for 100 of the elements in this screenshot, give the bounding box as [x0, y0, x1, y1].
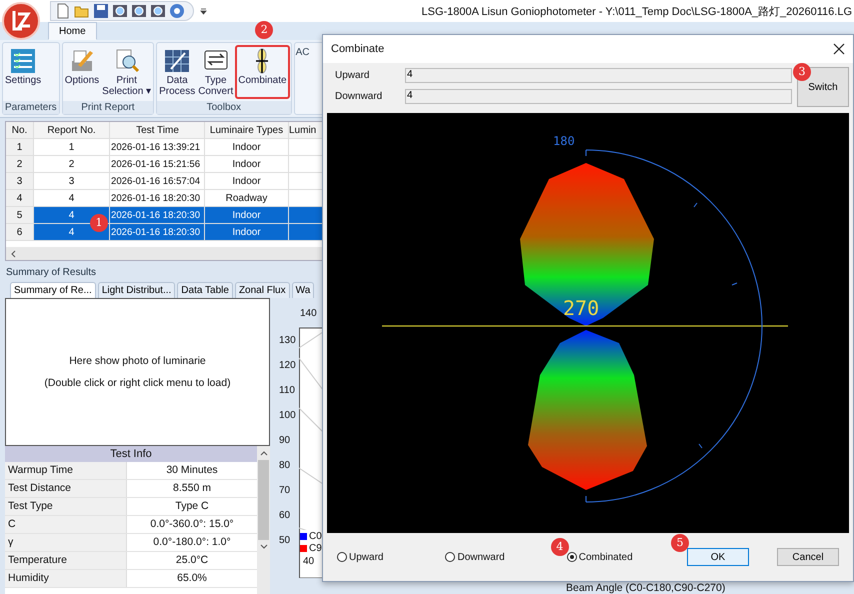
angle-label: 180 — [553, 135, 575, 148]
table-cell: Indoor — [205, 156, 289, 173]
radio-option[interactable]: Downward — [445, 552, 505, 562]
row-number: 4 — [6, 190, 34, 207]
ribbon-button[interactable]: Type Convert — [197, 45, 234, 99]
table-cell: 2 — [34, 156, 110, 173]
ribbon-button[interactable]: Print Selection ▾ — [101, 45, 152, 99]
ribbon-button[interactable]: Combinate — [235, 45, 290, 99]
table-cell: 1 — [34, 139, 110, 156]
save-icon — [93, 3, 109, 19]
input-field[interactable]: 4 — [405, 68, 792, 83]
property-label: Humidity — [5, 570, 127, 587]
scroll-thumb[interactable] — [258, 460, 269, 540]
column-header[interactable]: No. — [6, 122, 34, 139]
table-row[interactable]: 3 3 2026-01-16 16:57:04 Indoor — [6, 173, 322, 190]
cancel-button[interactable]: Cancel — [777, 548, 839, 566]
photo-placeholder[interactable]: Here show photo of luminarie (Double click or right click menu to load) — [5, 298, 270, 446]
circle-tool-icon — [131, 3, 147, 19]
property-value: 65.0% — [176, 571, 208, 586]
circle-tool-icon — [112, 3, 128, 19]
legend-label: C9 — [309, 542, 322, 554]
ribbon-tab[interactable]: Home — [48, 22, 97, 40]
property-label: C — [5, 516, 127, 533]
property-value: Type C — [174, 499, 210, 514]
table-cell: 2026-01-16 16:57:04 — [110, 173, 205, 190]
axis-label: 140 — [300, 308, 317, 319]
property-value: 25.0°C — [174, 553, 210, 568]
property-label: γ — [5, 534, 127, 551]
field-label: Downward — [334, 91, 384, 102]
table-cell: Indoor — [205, 224, 289, 241]
hint-text: (Double click or right click menu to load) — [44, 377, 231, 389]
ribbon-button[interactable]: Data Process — [158, 45, 196, 99]
column-header[interactable]: Report No. — [34, 122, 110, 139]
radio-option[interactable]: Upward — [337, 552, 384, 562]
legend-label: C0 — [309, 530, 322, 542]
tab[interactable]: Light Distribut... — [98, 282, 176, 298]
ribbon-button[interactable]: Options — [64, 45, 100, 99]
ok-button[interactable]: OK — [687, 548, 749, 566]
axis-label: 80 — [279, 459, 292, 473]
row-number: 3 — [6, 173, 34, 190]
scroll-left-icon — [10, 250, 16, 258]
document-icon — [55, 3, 71, 19]
axis-label: 40 — [303, 556, 314, 567]
hint-text: Here show photo of luminarie — [69, 355, 206, 367]
checklist-icon — [9, 47, 38, 75]
scroll-up-icon — [260, 450, 268, 456]
close-button[interactable] — [831, 41, 847, 57]
row-number: 1 — [6, 139, 34, 156]
row-number: 6 — [6, 224, 34, 241]
scroll-down-icon — [260, 544, 268, 550]
table-cell: 3 — [34, 173, 110, 190]
number-badge: 3 — [793, 63, 811, 81]
table-cell: 2026-01-16 18:20:30 — [110, 207, 205, 224]
help-icon — [169, 3, 185, 19]
close-icon — [833, 43, 845, 55]
axis-label: 70 — [279, 484, 292, 498]
property-value: 30 Minutes — [165, 463, 219, 478]
number-badge: 5 — [671, 534, 689, 552]
property-label: Test Type — [5, 498, 127, 515]
axis-label: 110 — [279, 384, 296, 398]
table-row[interactable]: 1 1 2026-01-16 13:39:21 Indoor — [6, 139, 322, 156]
property-value: 0.0°-360.0°: 15.0° — [149, 517, 235, 532]
tab[interactable]: Wa — [292, 282, 314, 298]
tab[interactable]: Data Table — [177, 282, 233, 298]
table-row[interactable]: 2 2 2026-01-16 15:21:56 Indoor — [6, 156, 322, 173]
number-badge: 4 — [550, 538, 569, 556]
table-cell: 2026-01-16 13:39:21 — [110, 139, 205, 156]
circle-tool-icon — [150, 3, 166, 19]
property-label: Temperature — [5, 552, 127, 569]
vertical-scrollbar[interactable] — [257, 446, 270, 594]
table-cell: Indoor — [205, 207, 289, 224]
property-value: 0.0°-180.0°: 1.0° — [152, 535, 232, 550]
panel-title: Summary of Results — [6, 267, 98, 278]
table-cell: 2026-01-16 15:21:56 — [110, 156, 205, 173]
input-field[interactable]: 4 — [405, 89, 792, 104]
axis-label: 90 — [279, 434, 292, 448]
axis-label: 60 — [279, 509, 292, 523]
group-label: Toolbox — [157, 101, 291, 114]
group-label: Print Report — [62, 101, 154, 114]
horizontal-scrollbar[interactable] — [6, 247, 322, 260]
row-number: 5 — [6, 207, 34, 224]
axis-label: 100 — [279, 409, 296, 423]
radio-option[interactable]: Combinated — [566, 552, 633, 562]
dropdown-icon — [200, 7, 207, 15]
section-header: Test Info — [5, 446, 257, 462]
tab[interactable]: Zonal Flux — [234, 282, 290, 298]
axis-label: 130 — [279, 334, 296, 348]
angle-label: 270 — [563, 296, 600, 320]
field-label: Upward — [334, 70, 370, 81]
property-value: 8.550 m — [172, 481, 212, 496]
ribbon-button[interactable]: Settings — [4, 45, 42, 99]
result-label: Beam Angle (C0-C180,C90-C270) — [566, 582, 726, 594]
column-header[interactable]: Luminaire Types — [205, 122, 289, 139]
table-chart-icon — [163, 47, 192, 75]
table-cell: Indoor — [205, 173, 289, 190]
tab[interactable]: Summary of Re... — [10, 282, 96, 298]
property-label: Test Distance — [5, 480, 127, 497]
column-header[interactable]: Test Time — [110, 122, 205, 139]
table-cell: 2026-01-16 18:20:30 — [110, 224, 205, 241]
axis-label: 50 — [279, 534, 292, 548]
